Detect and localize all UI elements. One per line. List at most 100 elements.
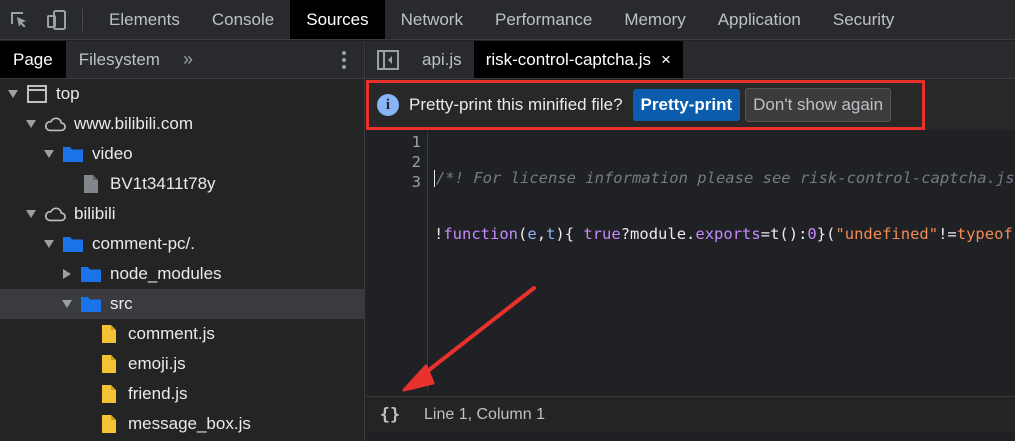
folder-icon: [62, 143, 84, 165]
editor-file-tabs: api.js risk-control-captcha.js ×: [366, 41, 1015, 79]
tree-item-label: BV1t3411t78y: [110, 174, 216, 193]
expand-triangle-icon[interactable]: [42, 237, 56, 251]
pretty-print-infobar: i Pretty-print this minified file? Prett…: [366, 80, 1015, 130]
file-tab-label: risk-control-captcha.js: [485, 49, 652, 69]
code-line-2: !function(e,t){ true?module.exports=t():…: [434, 224, 1015, 244]
tab-network[interactable]: Network: [385, 0, 479, 39]
line-number: 1: [411, 133, 421, 151]
frame-icon: [26, 83, 48, 105]
code-token: t: [546, 225, 556, 243]
tab-performance[interactable]: Performance: [479, 0, 608, 39]
folder-icon: [62, 233, 84, 255]
tree-item-label: video: [92, 144, 133, 163]
expand-triangle-icon[interactable]: [42, 147, 56, 161]
code-token: ,: [536, 225, 547, 243]
kebab-menu-icon[interactable]: [324, 41, 364, 78]
code-editor[interactable]: 1 2 3 /*! For license information please…: [366, 130, 1015, 390]
tree-item-label: src: [110, 294, 133, 313]
tree-item[interactable]: comment-pc/.: [0, 229, 364, 259]
tree-item[interactable]: node_modules: [0, 259, 364, 289]
cloud-icon: [44, 203, 66, 225]
tab-security[interactable]: Security: [817, 0, 910, 39]
tree-item-label: friend.js: [128, 384, 188, 403]
inspect-element-icon[interactable]: [0, 0, 38, 40]
tree-item[interactable]: comment.js: [0, 319, 364, 349]
tree-item[interactable]: src: [0, 289, 364, 319]
devtools-toolbar: Elements Console Sources Network Perform…: [0, 0, 1015, 40]
file-tab-label: api.js: [422, 49, 462, 69]
code-token: "undefined": [835, 225, 939, 243]
code-token: ?: [620, 225, 631, 243]
more-tabs-icon[interactable]: »: [173, 41, 203, 78]
line-number: 2: [411, 153, 421, 171]
expand-triangle-icon[interactable]: [24, 117, 38, 131]
tree-item-label: comment-pc/.: [92, 234, 195, 253]
toolbar-divider: [82, 8, 83, 31]
tab-console[interactable]: Console: [196, 0, 290, 39]
cloud-icon: [44, 113, 66, 135]
file-icon-yellow: [98, 383, 120, 405]
infobar-highlight: i Pretty-print this minified file? Prett…: [366, 80, 925, 130]
tree-item[interactable]: emoji.js: [0, 349, 364, 379]
file-icon-yellow: [98, 413, 120, 435]
code-content: /*! For license information please see r…: [434, 132, 1015, 336]
code-token: ():: [779, 225, 808, 243]
tree-item[interactable]: message_box.js: [0, 409, 364, 439]
device-toolbar-icon[interactable]: [38, 0, 76, 40]
line-gutter: 1 2 3: [366, 132, 428, 390]
expand-triangle-icon[interactable]: [6, 87, 20, 101]
tree-item-label: message_box.js: [128, 414, 251, 433]
editor-status-bar: {} Line 1, Column 1: [366, 396, 1015, 432]
code-token: t: [770, 225, 780, 243]
expand-triangle-icon[interactable]: [60, 297, 74, 311]
navigator-tabs: Page Filesystem »: [0, 41, 364, 79]
tree-item-label: node_modules: [110, 264, 222, 283]
code-token: =: [760, 225, 771, 243]
file-icon-gray: [80, 173, 102, 195]
tab-sources[interactable]: Sources: [290, 0, 385, 39]
tree-item-label: comment.js: [128, 324, 215, 343]
tree-item-label: emoji.js: [128, 354, 186, 373]
code-token: }(: [816, 225, 836, 243]
file-tree: top www.bilibili.com video BV1t3411t78y bili…: [0, 79, 364, 439]
dont-show-again-button[interactable]: Don't show again: [745, 88, 892, 122]
tree-item[interactable]: bilibili: [0, 199, 364, 229]
tab-memory[interactable]: Memory: [608, 0, 701, 39]
code-token: module: [630, 225, 687, 243]
tree-item[interactable]: top: [0, 79, 364, 109]
code-token: true: [583, 225, 621, 243]
cursor-position: Line 1, Column 1: [424, 405, 545, 423]
tree-item[interactable]: video: [0, 139, 364, 169]
tab-application[interactable]: Application: [702, 0, 817, 39]
line-number: 3: [411, 173, 421, 191]
navigator-tab-filesystem[interactable]: Filesystem: [66, 41, 173, 78]
file-tab-api[interactable]: api.js: [410, 41, 474, 78]
tab-elements[interactable]: Elements: [93, 0, 196, 39]
editor-panel: api.js risk-control-captcha.js × i Prett…: [366, 41, 1015, 441]
collapse-triangle-icon[interactable]: [60, 267, 74, 281]
tree-item[interactable]: www.bilibili.com: [0, 109, 364, 139]
tree-item[interactable]: friend.js: [0, 379, 364, 409]
file-icon-yellow: [98, 323, 120, 345]
info-icon: i: [377, 94, 399, 116]
expand-triangle-icon[interactable]: [24, 207, 38, 221]
file-tab-risk-control-captcha[interactable]: risk-control-captcha.js ×: [473, 41, 683, 78]
text-cursor: [434, 170, 435, 187]
tree-item-label: bilibili: [74, 204, 116, 223]
code-token: typeof: [956, 225, 1013, 243]
navigator-tab-page[interactable]: Page: [0, 41, 66, 78]
code-token: e: [527, 225, 537, 243]
tree-item[interactable]: BV1t3411t78y: [0, 169, 364, 199]
code-token: ){: [555, 225, 584, 243]
sources-navigator: Page Filesystem » top www.bilibili.com vid…: [0, 41, 365, 441]
code-token: !: [434, 225, 444, 243]
code-line-1: /*! For license information please see r…: [434, 168, 1015, 188]
toggle-navigator-icon[interactable]: [366, 41, 410, 78]
pretty-print-button[interactable]: Pretty-print: [632, 89, 741, 121]
code-token: 0: [807, 225, 817, 243]
pretty-print-toggle-icon[interactable]: {}: [366, 405, 414, 425]
close-icon[interactable]: ×: [661, 50, 671, 70]
